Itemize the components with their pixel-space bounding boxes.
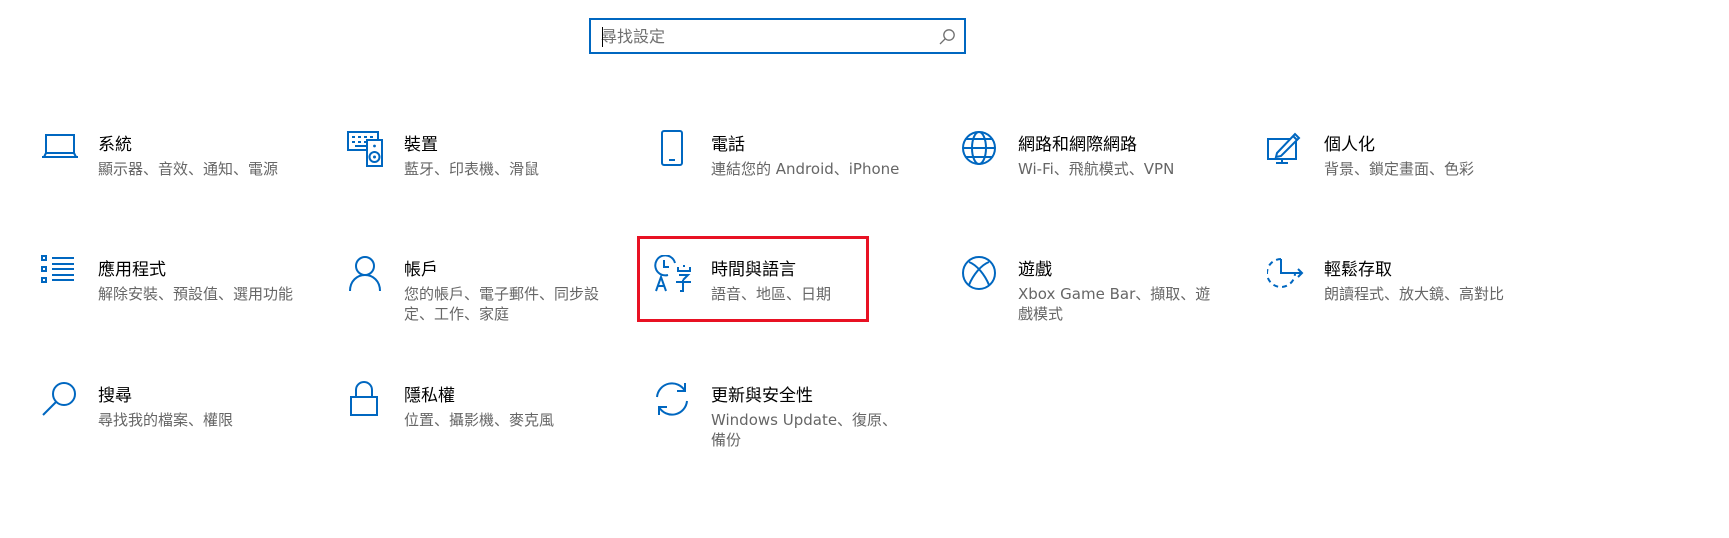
tile-description: 背景、鎖定畫面、色彩: [1324, 160, 1475, 178]
search-box[interactable]: [589, 18, 966, 54]
tile-gaming[interactable]: 遊戲 Xbox Game Bar、擷取、遊戲模式: [961, 255, 1211, 345]
tile-description: Wi-Fi、飛航模式、VPN: [1018, 160, 1175, 178]
xbox-icon: [961, 255, 1001, 295]
tile-description: 連結您的 Android、iPhone: [711, 160, 900, 178]
globe-icon: [961, 130, 1001, 170]
sync-icon: [654, 381, 694, 421]
tile-title: 應用程式: [98, 260, 166, 280]
tile-privacy[interactable]: 隱私權 位置、攝影機、麥克風: [347, 381, 597, 471]
tile-description: 藍牙、印表機、滑鼠: [404, 160, 540, 178]
tile-system[interactable]: 系統 顯示器、音效、通知、電源: [41, 130, 291, 220]
devices-icon: [347, 130, 387, 170]
tile-personalization[interactable]: 個人化 背景、鎖定畫面、色彩: [1267, 130, 1517, 220]
tile-title: 遊戲: [1018, 260, 1052, 280]
tile-description: 您的帳戶、電子郵件、同步設定、工作、家庭: [404, 285, 600, 323]
tile-title: 裝置: [404, 135, 438, 155]
tile-title: 個人化: [1324, 135, 1375, 155]
search-input[interactable]: [601, 20, 931, 52]
tile-title: 輕鬆存取: [1324, 260, 1392, 280]
tile-devices[interactable]: 裝置 藍牙、印表機、滑鼠: [347, 130, 597, 220]
tile-apps[interactable]: 應用程式 解除安裝、預設值、選用功能: [41, 255, 293, 345]
tile-title: 帳戶: [404, 260, 438, 280]
selection-highlight: [637, 236, 869, 322]
laptop-icon: [41, 130, 81, 170]
tile-description: Xbox Game Bar、擷取、遊戲模式: [1018, 285, 1211, 323]
tile-title: 電話: [711, 135, 745, 155]
tile-description: Windows Update、復原、備份: [711, 411, 898, 449]
tile-search[interactable]: 搜尋 尋找我的檔案、權限: [41, 381, 291, 471]
person-icon: [347, 255, 387, 295]
tile-ease-of-access[interactable]: 輕鬆存取 朗讀程式、放大鏡、高對比: [1267, 255, 1517, 345]
tile-description: 尋找我的檔案、權限: [98, 411, 234, 429]
tile-title: 更新與安全性: [711, 386, 813, 406]
tile-accounts[interactable]: 帳戶 您的帳戶、電子郵件、同步設定、工作、家庭: [347, 255, 599, 345]
ease-of-access-icon: [1267, 255, 1307, 295]
tile-title: 系統: [98, 135, 132, 155]
text-caret: [602, 27, 603, 47]
search-magnifier-icon: [41, 381, 81, 421]
tile-title: 網路和網際網路: [1018, 135, 1137, 155]
tile-title: 隱私權: [404, 386, 455, 406]
tile-network[interactable]: 網路和網際網路 Wi-Fi、飛航模式、VPN: [961, 130, 1211, 220]
phone-icon: [654, 130, 694, 170]
apps-list-icon: [41, 255, 81, 295]
tile-update-security[interactable]: 更新與安全性 Windows Update、復原、備份: [654, 381, 904, 471]
tile-description: 朗讀程式、放大鏡、高對比: [1324, 285, 1505, 303]
tile-title: 搜尋: [98, 386, 132, 406]
lock-icon: [347, 381, 387, 421]
tile-description: 解除安裝、預設值、選用功能: [98, 285, 294, 303]
personalization-icon: [1267, 130, 1307, 170]
tile-description: 顯示器、音效、通知、電源: [98, 160, 279, 178]
tile-phone[interactable]: 電話 連結您的 Android、iPhone: [654, 130, 904, 220]
tile-description: 位置、攝影機、麥克風: [404, 411, 555, 429]
search-icon[interactable]: [938, 28, 956, 46]
